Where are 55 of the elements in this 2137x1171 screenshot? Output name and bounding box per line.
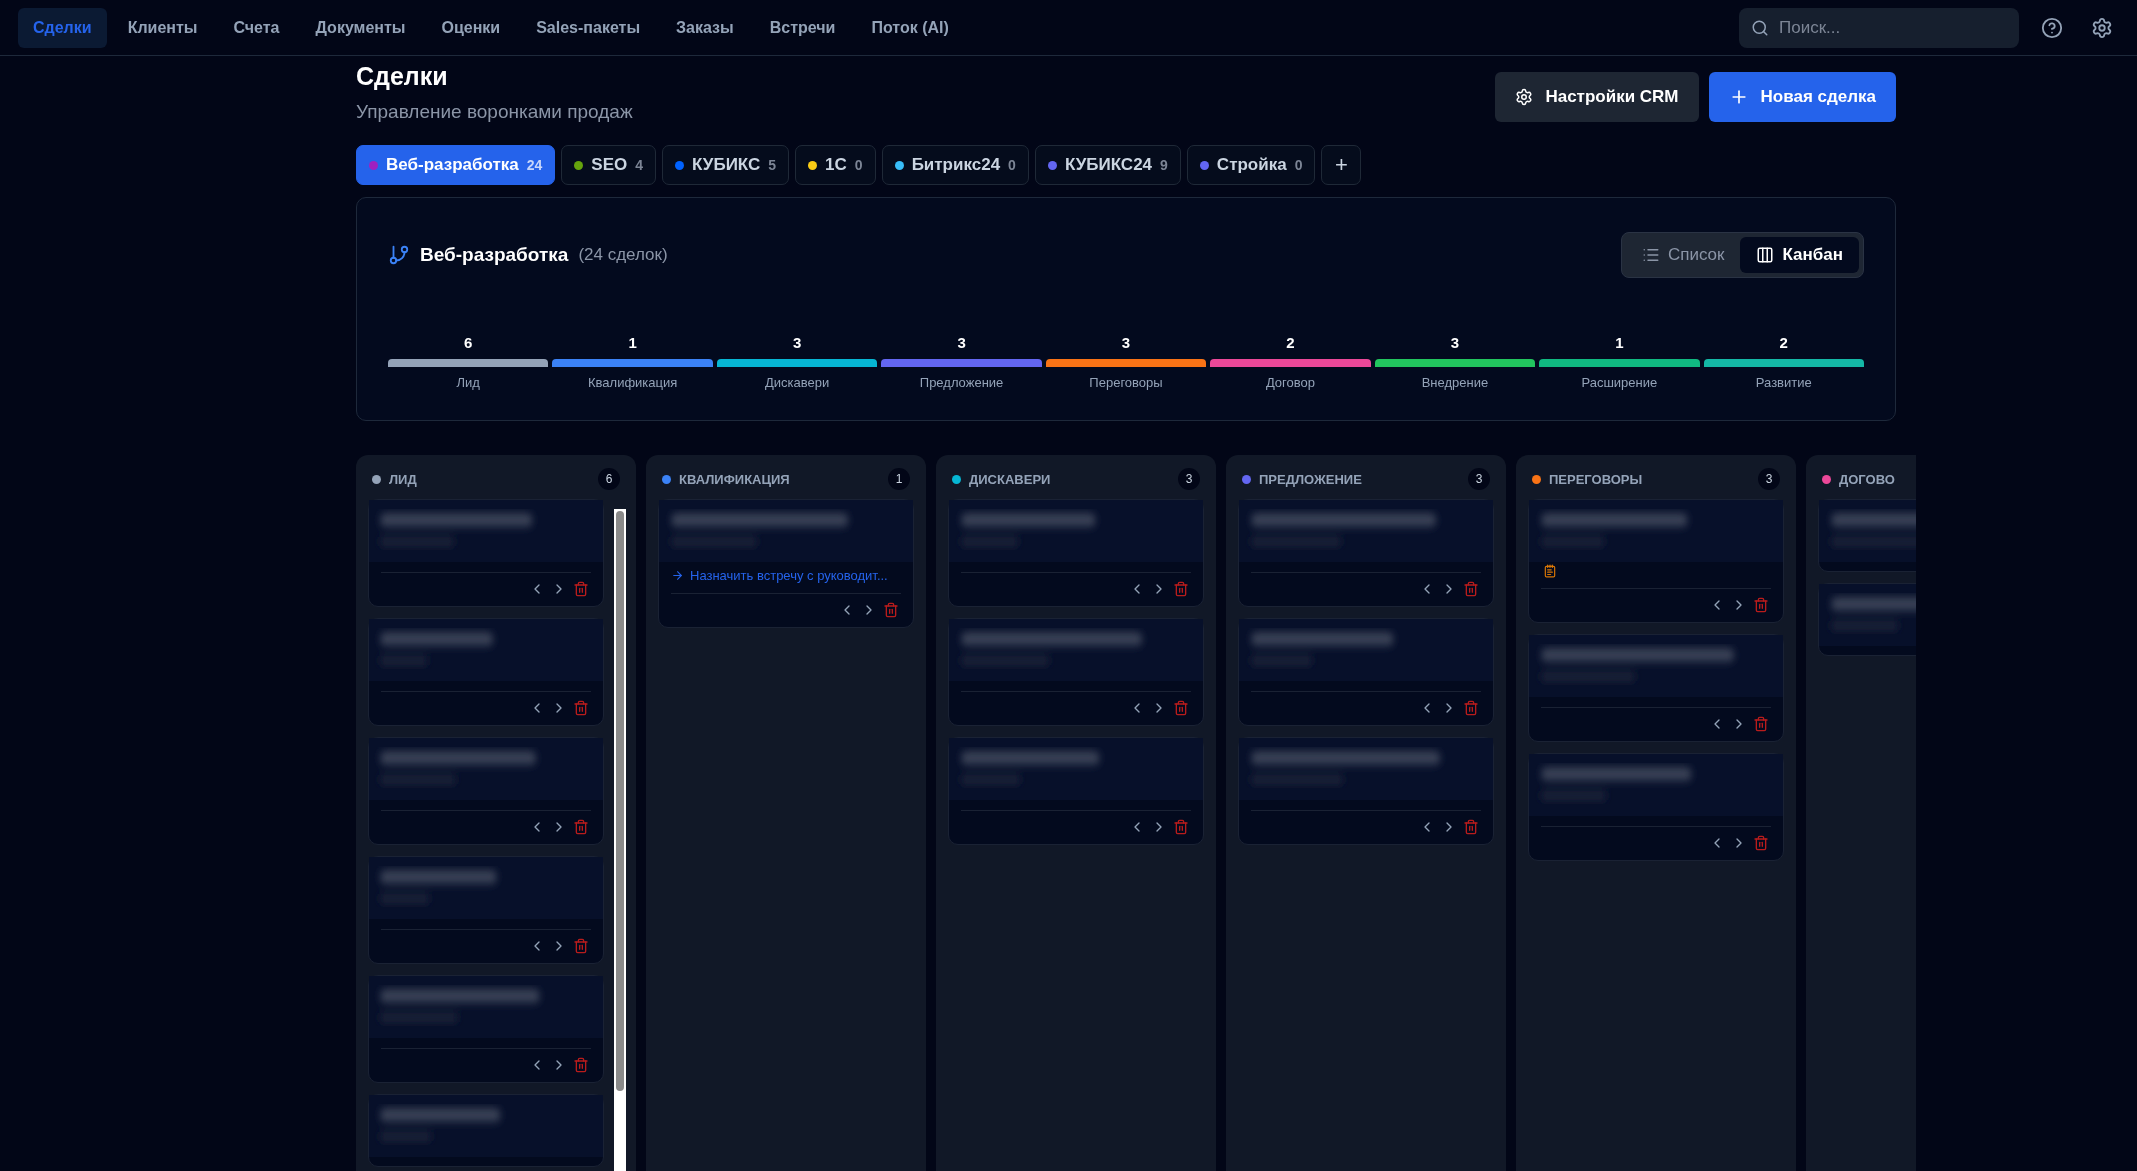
column-count: 3	[1178, 468, 1200, 490]
column-count: 6	[598, 468, 620, 490]
nav-tab[interactable]: Заказы	[661, 7, 749, 48]
deal-count: (24 сделок)	[578, 245, 668, 265]
stage-label: Лид	[456, 375, 480, 390]
stage-count: 3	[957, 334, 966, 351]
nav-tab[interactable]: Поток (AI)	[856, 7, 964, 48]
nav-tab[interactable]: Счета	[218, 7, 295, 48]
pipeline-title: Веб-разработка	[420, 244, 569, 266]
pipeline-tab[interactable]: SEO 4	[561, 145, 657, 185]
stage-count: 3	[1121, 334, 1131, 351]
pipeline-tab[interactable]: Стройка 0	[1186, 145, 1316, 185]
view-tab[interactable]: Список	[1625, 237, 1741, 273]
stage-count: 1	[628, 334, 637, 351]
stage-label: Квалификация	[588, 375, 678, 390]
stage-count: 6	[464, 334, 473, 351]
new-deal-button[interactable]: Новая сделка	[1708, 72, 1896, 122]
stage-label: Внедрение	[1421, 375, 1489, 390]
stage-label: Развитие	[1755, 375, 1812, 390]
stage-label: Расширение	[1581, 375, 1658, 390]
pipeline-tab[interactable]: КУБИКС24 9	[1034, 145, 1181, 185]
nav-tab[interactable]: Документы	[300, 7, 421, 48]
nav-tab[interactable]: Оценки	[426, 7, 516, 48]
column-count: 3	[1758, 468, 1780, 490]
column-title: КВАЛИФИКАЦИЯ	[679, 471, 791, 487]
add-pipeline-button[interactable]: +	[1321, 145, 1362, 185]
stage-count: 1	[1615, 334, 1624, 351]
column-title: ЛИД	[389, 471, 418, 487]
stage-count: 3	[1450, 334, 1460, 351]
pipeline-tab[interactable]: 1С 0	[795, 145, 876, 185]
column-count: 3	[1468, 468, 1490, 490]
page-subtitle: Управление воронками продаж	[356, 101, 633, 123]
stage-label: Дискавери	[764, 375, 830, 390]
column-title: ПЕРЕГОВОРЫ	[1549, 471, 1644, 487]
pipeline-tab[interactable]: Битрикс24 0	[881, 145, 1029, 185]
nav-tab[interactable]: Sales-пакеты	[521, 7, 656, 48]
stage-count: 2	[1779, 334, 1788, 351]
pipeline-tab[interactable]: КУБИКС 5	[662, 145, 790, 185]
column-count: 1	[888, 468, 910, 490]
stage-label: Договор	[1265, 375, 1315, 390]
stage-label: Предложение	[919, 375, 1004, 390]
column-title: ПРЕДЛОЖЕНИЕ	[1259, 471, 1363, 487]
view-tab[interactable]: Канбан	[1740, 237, 1859, 273]
page-title: Сделки	[356, 62, 449, 91]
column-title: ДИСКАВЕРИ	[969, 471, 1052, 487]
crm-settings-button[interactable]: Настройки CRM	[1495, 72, 1699, 122]
nav-tab[interactable]: Встречи	[754, 7, 851, 48]
pipeline-tab[interactable]: Веб-разработка 24	[356, 145, 556, 185]
next-step-link[interactable]: Назначить встречу с руководит...	[659, 562, 913, 583]
nav-tab[interactable]: Клиенты	[112, 7, 213, 48]
stage-label: Переговоры	[1089, 375, 1163, 390]
stage-count: 2	[1286, 334, 1295, 351]
stage-count: 3	[792, 334, 802, 351]
deal-card[interactable]: Назначить встречу с руководит...	[658, 499, 914, 628]
column-title: ДОГОВО	[1839, 471, 1896, 487]
